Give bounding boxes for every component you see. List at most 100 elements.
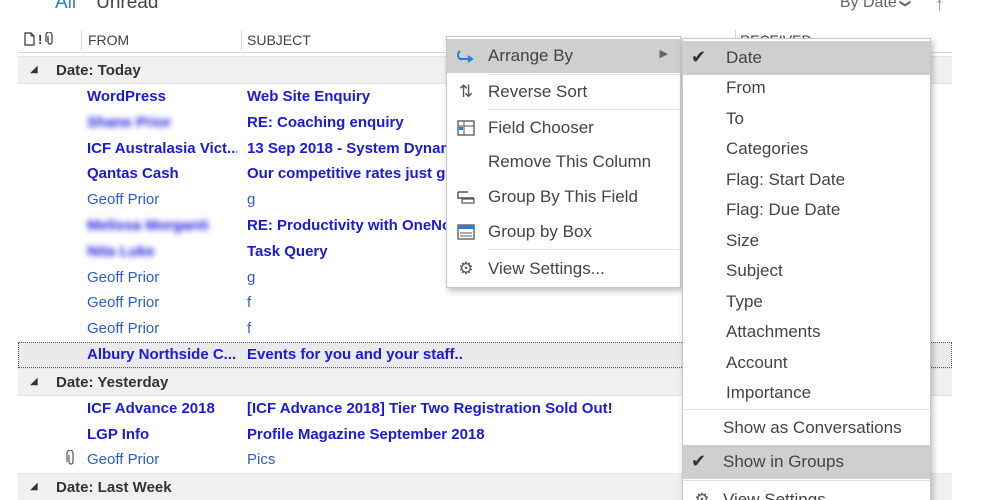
menu-label: Group By This Field <box>488 187 638 206</box>
menu-item-account[interactable]: Account <box>683 346 930 380</box>
menu-item-reverse-sort[interactable]: ⇅ Reverse Sort <box>447 75 680 109</box>
message-from: LGP Info <box>87 425 150 443</box>
attachment-header-icon[interactable] <box>45 31 55 49</box>
menu-item-date[interactable]: ✔ Date <box>683 41 930 75</box>
menu-item-view-settings[interactable]: ⚙ View Settings... <box>447 252 680 286</box>
collapse-triangle-icon[interactable]: ◢ <box>30 481 38 492</box>
group-by-box-icon <box>455 221 477 243</box>
message-from: Qantas Cash <box>87 165 179 183</box>
menu-label: View Settings... <box>488 259 605 278</box>
chevron-down-icon: ❯ <box>898 0 911 9</box>
group-by-field-icon <box>455 186 477 208</box>
message-from: Geoff Prior <box>87 268 160 286</box>
reverse-sort-icon: ⇅ <box>458 82 474 101</box>
message-from: Melissa Morganti <box>87 216 209 234</box>
menu-label: Flag: Due Date <box>726 200 841 219</box>
menu-item-size[interactable]: Size <box>683 224 930 258</box>
sort-by-label: By Date <box>839 0 897 11</box>
menu-item-show-groups[interactable]: ✔ Show in Groups <box>683 445 930 479</box>
menu-item-field-chooser[interactable]: Field Chooser <box>447 111 680 145</box>
message-subject: Profile Magazine September 2018 <box>247 425 485 443</box>
tab-all[interactable]: All <box>55 0 76 22</box>
menu-separator <box>488 109 680 110</box>
group-label: Date: Yesterday <box>56 373 169 391</box>
menu-item-group-by-box[interactable]: Group by Box <box>447 215 680 249</box>
menu-label: Date <box>726 48 762 67</box>
menu-label: Group by Box <box>488 222 592 241</box>
importance-icon[interactable]: ! <box>38 32 42 49</box>
checkmark-icon: ✔ <box>691 451 707 471</box>
menu-label: Categories <box>726 139 809 158</box>
menu-label: Remove This Column <box>488 152 652 171</box>
message-from: WordPress <box>87 88 166 105</box>
message-from: Albury Northside C... <box>87 345 237 363</box>
message-from: Shane Prior <box>87 113 172 131</box>
message-from: ICF Advance 2018 <box>87 399 215 417</box>
group-label: Date: Today <box>56 62 141 79</box>
message-subject: f <box>247 320 252 338</box>
menu-item-group-by-field[interactable]: Group By This Field <box>447 180 680 214</box>
arrange-by-submenu: ✔ Date From To Categories Flag: Start Da… <box>682 38 931 500</box>
message-from: ICF Australasia Vict... <box>87 139 237 157</box>
message-from: Geoff Prior <box>87 451 160 469</box>
menu-label: Show as Conversations <box>723 418 902 437</box>
filter-tabs: All Unread <box>55 0 158 22</box>
gear-icon: ⚙ <box>458 259 474 278</box>
menu-item-from[interactable]: From <box>683 71 930 105</box>
menu-label: Importance <box>726 383 812 402</box>
menu-label: Account <box>726 353 788 372</box>
checkmark-icon: ✔ <box>691 47 707 67</box>
menu-label: Show in Groups <box>723 452 844 471</box>
item-type-icon[interactable] <box>24 32 35 49</box>
sort-by-dropdown[interactable]: By Date ❯ <box>839 0 911 12</box>
menu-item-show-conversations[interactable]: Show as Conversations <box>683 411 930 445</box>
menu-label: Reverse Sort <box>488 82 588 101</box>
header-subject[interactable]: SUBJECT <box>247 32 311 48</box>
paperclip-icon <box>66 449 76 470</box>
menu-item-subject[interactable]: Subject <box>683 254 930 288</box>
column-divider[interactable] <box>81 30 82 50</box>
menu-label: To <box>726 109 744 128</box>
collapse-triangle-icon[interactable]: ◢ <box>30 376 38 387</box>
menu-label: Size <box>726 231 760 250</box>
message-subject: Events for you and your staff.. <box>247 345 463 363</box>
message-subject: Pics <box>247 451 276 469</box>
menu-item-flag-start[interactable]: Flag: Start Date <box>683 163 930 197</box>
menu-label: Attachments <box>726 322 821 341</box>
message-subject: [ICF Advance 2018] Tier Two Registration… <box>247 399 613 417</box>
tab-unread[interactable]: Unread <box>96 0 158 22</box>
message-subject: f <box>247 294 252 312</box>
menu-item-type[interactable]: Type <box>683 285 930 319</box>
message-from: Geoff Prior <box>87 191 160 209</box>
menu-label: Subject <box>726 261 783 280</box>
menu-item-flag-due[interactable]: Flag: Due Date <box>683 193 930 227</box>
group-label: Date: Last Week <box>56 479 172 497</box>
menu-separator <box>683 480 930 481</box>
message-from: Nita Luke <box>87 242 155 260</box>
column-divider[interactable] <box>241 30 242 50</box>
sort-direction-icon[interactable]: ↑ <box>935 0 944 15</box>
menu-label: Field Chooser <box>488 118 594 137</box>
menu-item-arrange-by[interactable]: Arrange By ▶ <box>447 39 680 73</box>
message-from: Geoff Prior <box>87 294 160 312</box>
menu-label: From <box>726 78 766 97</box>
menu-item-to[interactable]: To <box>683 102 930 136</box>
menu-item-view-settings-sub[interactable]: ⚙ View Settings... <box>683 483 930 500</box>
header-icons: ! <box>24 31 55 49</box>
collapse-triangle-icon[interactable]: ◢ <box>30 64 38 75</box>
menu-item-categories[interactable]: Categories <box>683 132 930 166</box>
message-from: Geoff Prior <box>87 320 160 338</box>
menu-item-remove-column[interactable]: Remove This Column <box>447 145 680 179</box>
field-chooser-icon <box>455 117 477 139</box>
menu-item-importance[interactable]: Importance <box>683 376 930 410</box>
menu-separator <box>488 249 680 250</box>
arrange-by-icon <box>455 45 477 67</box>
menu-label: Arrange By <box>488 46 574 65</box>
menu-separator <box>683 409 930 410</box>
menu-label: Flag: Start Date <box>726 170 846 189</box>
menu-item-attachments[interactable]: Attachments <box>683 315 930 349</box>
column-context-menu: Arrange By ▶ ⇅ Reverse Sort Field Choose… <box>446 36 681 288</box>
submenu-arrow-icon: ▶ <box>659 48 668 60</box>
header-from[interactable]: FROM <box>88 32 129 48</box>
menu-label: Type <box>726 292 763 311</box>
